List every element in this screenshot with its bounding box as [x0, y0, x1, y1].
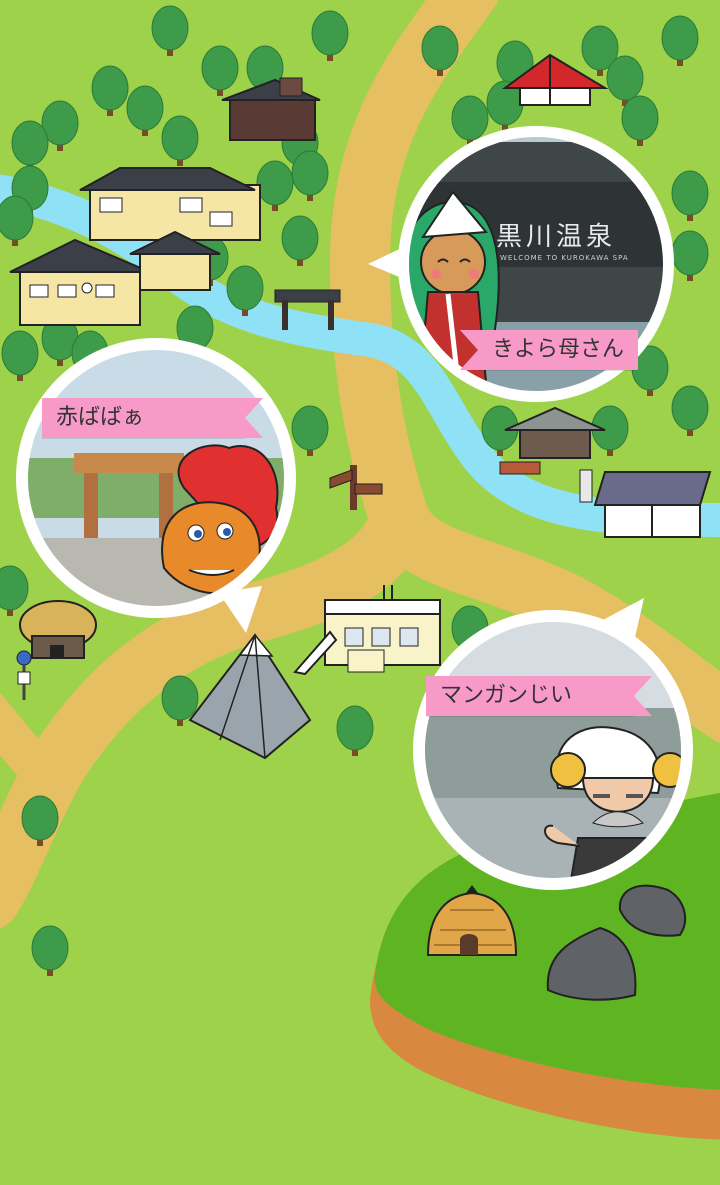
- character-name-ribbon: 赤ばばぁ: [42, 398, 263, 438]
- bubble-frame: [413, 598, 693, 890]
- house-icon: [79, 167, 261, 241]
- world-map: 黒川温泉 WELCOME TO KUROKAWA SPA きよら母さん 赤ばばぁ…: [0, 0, 720, 1185]
- sign-subtext: WELCOME TO KUROKAWA SPA: [500, 254, 629, 262]
- character-name-ribbon: きよら母さん: [459, 330, 639, 370]
- character-name-ribbon: マンガンじい: [426, 676, 652, 716]
- character-bubble-kiyora[interactable]: 黒川温泉 WELCOME TO KUROKAWA SPA きよら母さん: [368, 122, 688, 412]
- shelter-icon: [593, 471, 712, 538]
- character-bubble-mangan[interactable]: マンガンじい: [408, 598, 708, 898]
- character-bubble-akababa[interactable]: 赤ばばぁ: [14, 338, 304, 638]
- sign-text: 黒川温泉: [496, 222, 617, 252]
- bubble-frame: [16, 338, 296, 633]
